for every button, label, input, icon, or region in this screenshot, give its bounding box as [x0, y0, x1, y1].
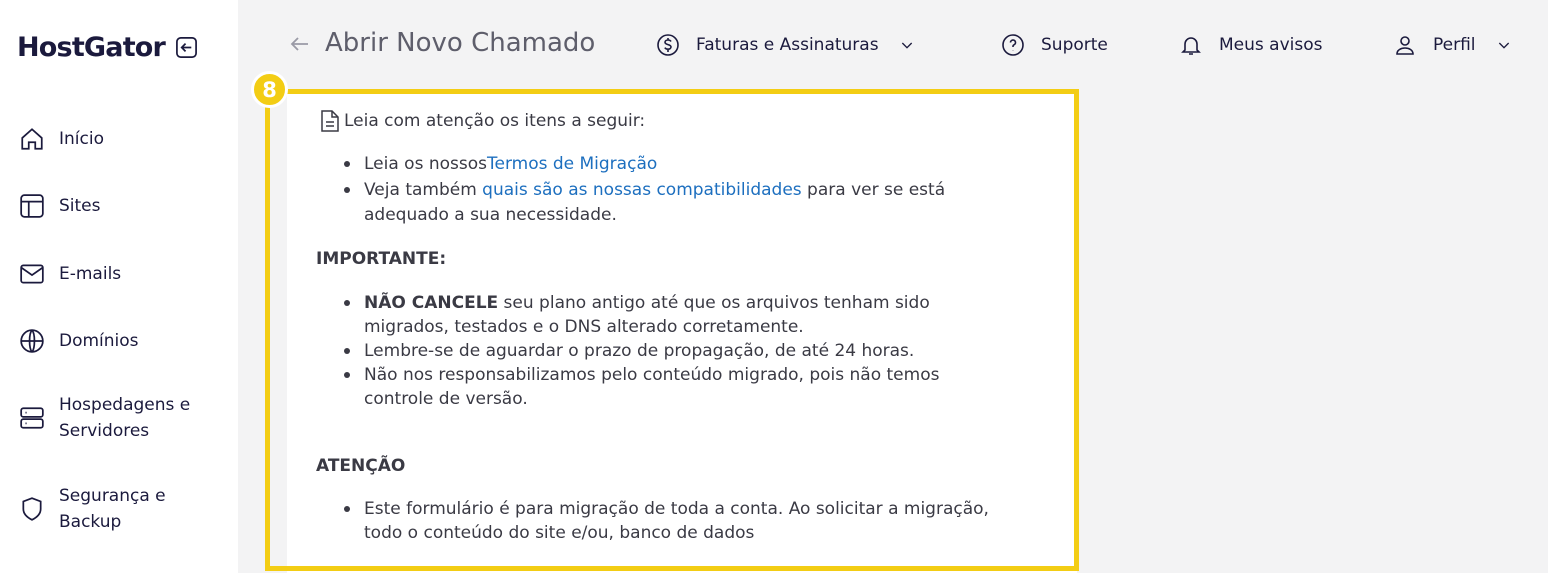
attention-heading: ATENÇÃO: [316, 456, 406, 476]
chevron-down-icon: [901, 42, 912, 49]
bullet: [344, 187, 350, 193]
page-title: Abrir Novo Chamado: [325, 28, 596, 58]
shield-icon: [18, 495, 46, 523]
sidebar-item-label: Hospedagens e Servidores: [59, 395, 191, 441]
migration-terms-link[interactable]: Termos de Migração: [487, 154, 657, 174]
sidebar-item-emails[interactable]: E-mails: [18, 260, 121, 288]
notifications-menu[interactable]: Meus avisos: [1179, 33, 1322, 57]
billing-menu-label: Faturas e Assinaturas: [696, 35, 879, 55]
profile-menu-label: Perfil: [1433, 35, 1476, 55]
profile-menu[interactable]: Perfil: [1393, 33, 1512, 57]
step-number-badge: 8: [251, 71, 288, 108]
list-item: Leia os nossosTermos de Migração: [364, 154, 658, 174]
sidebar-item-dominios[interactable]: Domínios: [18, 327, 139, 355]
support-menu[interactable]: Suporte: [1001, 33, 1108, 57]
list-item: Este formulário é para migração de toda …: [364, 499, 989, 519]
list-item-continuation: controle de versão.: [364, 389, 528, 409]
sidebar: HostGator Início Sites E-mails Domínios: [0, 0, 238, 573]
migration-info-panel: Leia com atenção os itens a seguir: Leia…: [287, 93, 1077, 573]
back-arrow-icon[interactable]: [288, 32, 312, 60]
bullet: [344, 348, 350, 354]
list-item-continuation: adequado a sua necessidade.: [364, 205, 617, 225]
list-item: NÃO CANCELE seu plano antigo até que os …: [364, 293, 930, 313]
chevron-down-icon: [1498, 42, 1509, 49]
list-item: Não nos responsabilizamos pelo conteúdo …: [364, 365, 940, 385]
bullet: [344, 161, 350, 167]
logo-row: HostGator: [17, 32, 198, 63]
layout-icon: [18, 192, 46, 220]
bullet: [344, 372, 350, 378]
sidebar-item-hospedagens[interactable]: Hospedagens e Servidores: [18, 392, 190, 444]
user-icon: [1396, 36, 1414, 55]
dollar-circle-icon: [657, 34, 679, 56]
sidebar-item-inicio[interactable]: Início: [18, 125, 104, 153]
home-icon: [18, 125, 46, 153]
sidebar-item-label: Início: [59, 129, 104, 149]
sidebar-item-label: Sites: [59, 196, 101, 216]
notifications-menu-label: Meus avisos: [1219, 35, 1323, 55]
help-circle-icon: [1002, 34, 1024, 56]
mail-icon: [18, 260, 46, 288]
list-item-continuation: todo o conteúdo do site e/ou, banco de d…: [364, 523, 755, 543]
globe-icon: [18, 327, 46, 355]
sidebar-item-label: E-mails: [59, 264, 122, 284]
support-menu-label: Suporte: [1041, 35, 1108, 55]
document-icon: [319, 109, 341, 137]
sidebar-item-seguranca[interactable]: Segurança e Backup: [18, 483, 166, 535]
sidebar-item-sites[interactable]: Sites: [18, 192, 101, 220]
sidebar-item-label: Segurança e Backup: [59, 486, 166, 532]
bell-icon: [1181, 37, 1201, 55]
billing-menu[interactable]: Faturas e Assinaturas: [656, 33, 915, 57]
server-icon: [18, 404, 46, 432]
bullet: [344, 300, 350, 306]
compatibility-link[interactable]: quais são as nossas compatibilidades: [482, 180, 801, 200]
collapse-sidebar-icon[interactable]: [175, 36, 198, 59]
bullet: [344, 506, 350, 512]
list-item: Veja também quais são as nossas compatib…: [364, 180, 946, 200]
intro-text: Leia com atenção os itens a seguir:: [344, 111, 646, 131]
hostgator-logo[interactable]: HostGator: [17, 32, 166, 63]
top-bar: Abrir Novo Chamado Faturas e Assinaturas…: [238, 0, 1548, 93]
list-item-continuation: migrados, testados e o DNS alterado corr…: [364, 317, 804, 337]
list-item: Lembre-se de aguardar o prazo de propaga…: [364, 341, 915, 361]
sidebar-item-label: Domínios: [59, 331, 139, 351]
background-area: [1077, 93, 1548, 573]
important-heading: IMPORTANTE:: [316, 249, 447, 269]
